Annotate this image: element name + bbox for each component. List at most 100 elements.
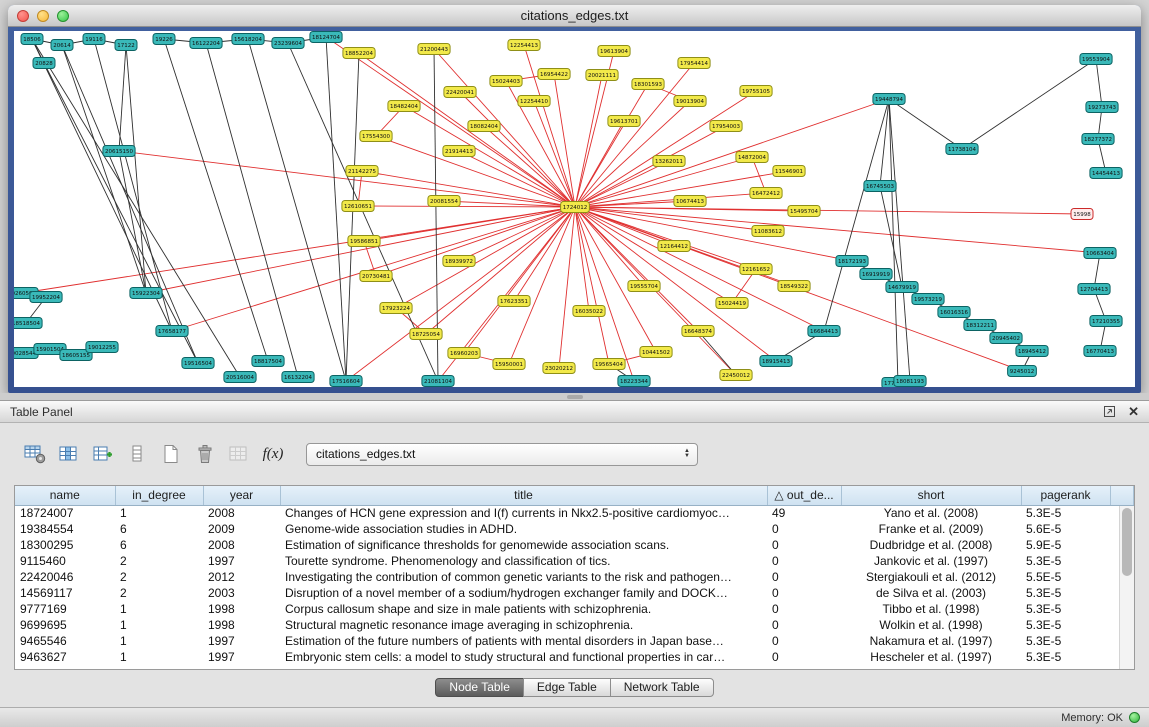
table-settings-button[interactable] bbox=[20, 440, 50, 468]
table-cell[interactable]: Hescheler et al. (1997) bbox=[841, 649, 1021, 665]
table-cell[interactable]: 5.3E-5 bbox=[1021, 553, 1110, 569]
table-cell[interactable]: 0 bbox=[767, 601, 841, 617]
table-cell[interactable]: 6 bbox=[115, 537, 203, 553]
table-cell[interactable]: 5.3E-5 bbox=[1021, 617, 1110, 633]
graph-edge[interactable] bbox=[889, 99, 962, 149]
zoom-window-button[interactable] bbox=[57, 10, 69, 22]
graph-edge[interactable] bbox=[248, 39, 346, 381]
table-cell[interactable]: 2 bbox=[115, 569, 203, 585]
table-cell[interactable]: Disruption of a novel member of a sodium… bbox=[280, 585, 767, 601]
table-cell[interactable]: 2009 bbox=[203, 521, 280, 537]
table-cell[interactable]: 22420046 bbox=[15, 569, 115, 585]
table-cell[interactable]: 49 bbox=[767, 505, 841, 521]
table-cell[interactable]: Genome-wide association studies in ADHD. bbox=[280, 521, 767, 537]
table-cell[interactable]: 0 bbox=[767, 617, 841, 633]
table-row[interactable]: 1456911722003Disruption of a novel membe… bbox=[15, 585, 1134, 601]
graph-edge[interactable] bbox=[119, 151, 146, 293]
table-cell[interactable]: 1 bbox=[115, 601, 203, 617]
close-panel-icon[interactable]: ✕ bbox=[1128, 404, 1139, 420]
graph-edge[interactable] bbox=[464, 207, 575, 353]
table-cell[interactable]: 0 bbox=[767, 585, 841, 601]
table-cell[interactable]: 2 bbox=[115, 553, 203, 569]
function-builder-button[interactable]: f(x) bbox=[258, 440, 288, 468]
network-graph[interactable]: 1724012184824041755430021142275126106511… bbox=[14, 31, 1135, 387]
table-cell[interactable]: Estimation of significance thresholds fo… bbox=[280, 537, 767, 553]
graph-edge[interactable] bbox=[119, 45, 126, 151]
table-cell[interactable]: 5.3E-5 bbox=[1021, 505, 1110, 521]
table-cell[interactable]: Tibbo et al. (1998) bbox=[841, 601, 1021, 617]
graph-edge[interactable] bbox=[362, 171, 575, 207]
table-cell[interactable]: Stergiakouli et al. (2012) bbox=[841, 569, 1021, 585]
table-cell[interactable]: 5.5E-5 bbox=[1021, 569, 1110, 585]
table-cell[interactable]: 5.3E-5 bbox=[1021, 633, 1110, 649]
table-cell[interactable]: 1 bbox=[115, 617, 203, 633]
table-row[interactable]: 1938455462009Genome-wide association stu… bbox=[15, 521, 1134, 537]
graph-edge[interactable] bbox=[575, 193, 766, 207]
panel-divider[interactable] bbox=[0, 393, 1149, 400]
table-cell[interactable]: 0 bbox=[767, 537, 841, 553]
graph-edge[interactable] bbox=[376, 207, 575, 276]
row-selector-button[interactable] bbox=[122, 440, 152, 468]
table-cell[interactable]: 1 bbox=[115, 633, 203, 649]
edit-columns-button[interactable] bbox=[88, 440, 118, 468]
table-cell[interactable]: Investigating the contribution of common… bbox=[280, 569, 767, 585]
table-row[interactable]: 1872400712008Changes of HCN gene express… bbox=[15, 505, 1134, 521]
table-cell[interactable]: 2012 bbox=[203, 569, 280, 585]
table-cell[interactable]: 1997 bbox=[203, 649, 280, 665]
show-columns-button[interactable] bbox=[54, 440, 84, 468]
table-cell[interactable]: 5.9E-5 bbox=[1021, 537, 1110, 553]
table-cell[interactable]: 1 bbox=[115, 505, 203, 521]
table-cell[interactable]: de Silva et al. (2003) bbox=[841, 585, 1021, 601]
table-row[interactable]: 946554611997Estimation of the future num… bbox=[15, 633, 1134, 649]
table-cell[interactable]: 18300295 bbox=[15, 537, 115, 553]
table-cell[interactable]: 6 bbox=[115, 521, 203, 537]
table-cell[interactable]: 19384554 bbox=[15, 521, 115, 537]
table-cell[interactable]: 1 bbox=[115, 649, 203, 665]
minimize-window-button[interactable] bbox=[37, 10, 49, 22]
graph-edge[interactable] bbox=[880, 99, 889, 186]
graph-edge[interactable] bbox=[22, 207, 575, 293]
column-header-pagerank[interactable]: pagerank bbox=[1021, 486, 1110, 505]
table-cell[interactable]: 2008 bbox=[203, 537, 280, 553]
table-cell[interactable]: 18724007 bbox=[15, 505, 115, 521]
table-cell[interactable]: 0 bbox=[767, 569, 841, 585]
table-cell[interactable]: 0 bbox=[767, 649, 841, 665]
graph-edge[interactable] bbox=[575, 207, 609, 364]
graph-edge[interactable] bbox=[698, 331, 736, 375]
graph-edge[interactable] bbox=[206, 43, 298, 377]
graph-edge[interactable] bbox=[509, 207, 575, 364]
column-header-name[interactable]: name bbox=[15, 486, 115, 505]
import-table-button[interactable] bbox=[224, 440, 254, 468]
table-cell[interactable]: 0 bbox=[767, 553, 841, 569]
table-cell[interactable]: 9115460 bbox=[15, 553, 115, 569]
graph-edge[interactable] bbox=[484, 126, 575, 207]
graph-edge[interactable] bbox=[376, 136, 575, 207]
table-row[interactable]: 969969511998Structural magnetic resonanc… bbox=[15, 617, 1134, 633]
table-cell[interactable]: 5.3E-5 bbox=[1021, 601, 1110, 617]
graph-edge[interactable] bbox=[346, 53, 359, 381]
tab-network-table[interactable]: Network Table bbox=[610, 678, 714, 697]
table-cell[interactable]: 1998 bbox=[203, 617, 280, 633]
table-cell[interactable]: 14569117 bbox=[15, 585, 115, 601]
table-cell[interactable]: 9777169 bbox=[15, 601, 115, 617]
close-window-button[interactable] bbox=[17, 10, 29, 22]
graph-edge[interactable] bbox=[559, 207, 575, 368]
table-cell[interactable]: Changes of HCN gene expression and I(f) … bbox=[280, 505, 767, 521]
table-cell[interactable]: 9463627 bbox=[15, 649, 115, 665]
table-row[interactable]: 946362711997Embryonic stem cells: a mode… bbox=[15, 649, 1134, 665]
table-select-dropdown[interactable]: citations_edges.txt ▲▼ bbox=[306, 443, 698, 466]
graph-edge[interactable] bbox=[575, 207, 656, 352]
graph-edge[interactable] bbox=[889, 99, 898, 383]
table-cell[interactable]: 2003 bbox=[203, 585, 280, 601]
graph-edge[interactable] bbox=[358, 206, 575, 207]
graph-edge[interactable] bbox=[426, 207, 575, 334]
table-cell[interactable]: 0 bbox=[767, 521, 841, 537]
table-cell[interactable]: Dudbridge et al. (2008) bbox=[841, 537, 1021, 553]
graph-edge[interactable] bbox=[575, 75, 602, 207]
graph-edge[interactable] bbox=[164, 39, 268, 361]
table-cell[interactable]: 5.3E-5 bbox=[1021, 649, 1110, 665]
table-row[interactable]: 1830029562008Estimation of significance … bbox=[15, 537, 1134, 553]
graph-edge[interactable] bbox=[575, 207, 589, 311]
table-cell[interactable]: 1997 bbox=[203, 633, 280, 649]
table-cell[interactable]: 9465546 bbox=[15, 633, 115, 649]
